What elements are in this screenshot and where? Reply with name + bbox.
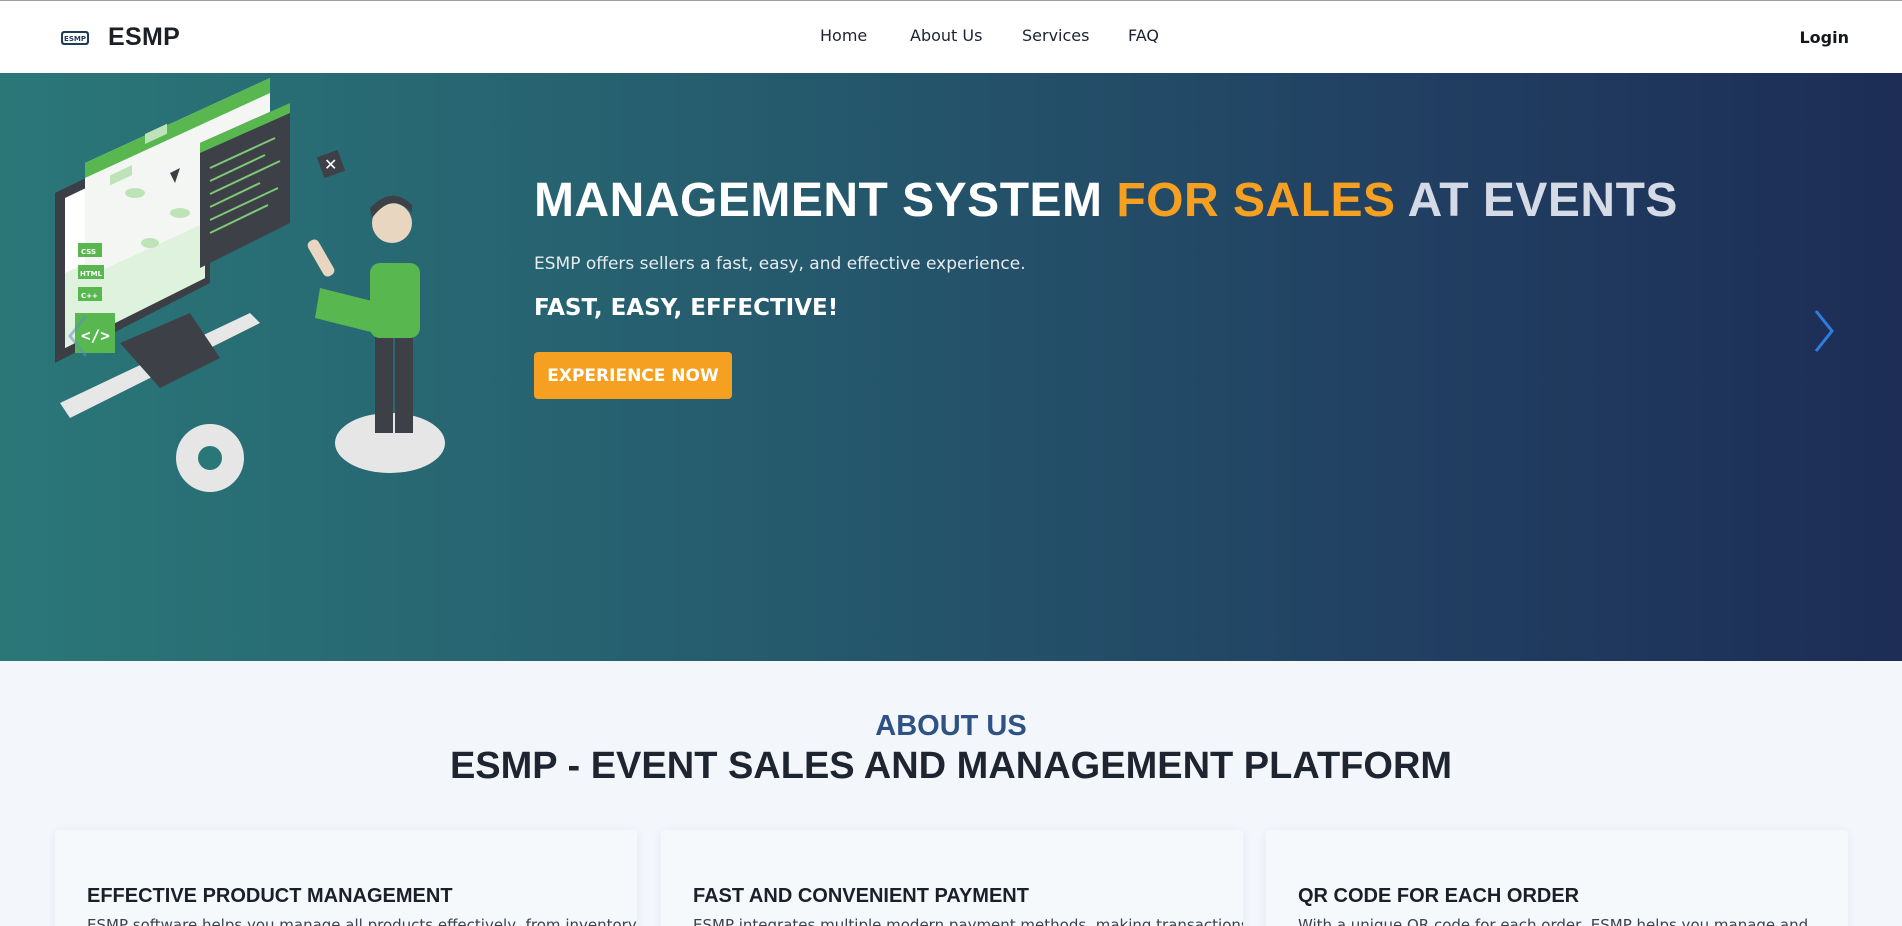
svg-text:✕: ✕ (324, 155, 337, 174)
hero-title: MANAGEMENT SYSTEM FOR SALES AT EVENTS (534, 173, 1678, 228)
svg-text:HTML: HTML (80, 270, 103, 278)
feature-card-text: ESMP software helps you manage all produ… (87, 916, 637, 926)
nav-home[interactable]: Home (820, 26, 867, 45)
hero-subtitle: ESMP offers sellers a fast, easy, and ef… (534, 254, 1026, 274)
hero-title-part1: MANAGEMENT SYSTEM (534, 174, 1103, 227)
hero-carousel: CSS HTML C++ </> ✕ MANAGEMENT SYSTEM FOR… (0, 73, 1902, 661)
nav-about-us[interactable]: About Us (910, 26, 982, 45)
about-eyebrow: ABOUT US (875, 710, 1027, 742)
about-title: ESMP - EVENT SALES AND MANAGEMENT PLATFO… (449, 745, 1453, 787)
feature-card-text: ESMP integrates multiple modern payment … (693, 916, 1243, 926)
svg-text:CSS: CSS (81, 248, 96, 256)
feature-card-text: With a unique QR code for each order, ES… (1298, 916, 1809, 926)
hero-tagline: FAST, EASY, EFFECTIVE! (534, 295, 839, 321)
feature-card-title: FAST AND CONVENIENT PAYMENT (693, 885, 1029, 907)
carousel-prev-icon[interactable] (64, 311, 94, 361)
nav-services[interactable]: Services (1022, 26, 1089, 45)
feature-card: FAST AND CONVENIENT PAYMENT ESMP integra… (661, 830, 1243, 926)
site-header: ESMP ESMP Home About Us Services FAQ Log… (0, 0, 1902, 73)
carousel-next-icon[interactable] (1808, 306, 1838, 356)
hero-title-highlight: FOR SALES (1116, 174, 1396, 227)
experience-now-button[interactable]: EXPERIENCE NOW (534, 352, 732, 399)
svg-text:C++: C++ (81, 292, 98, 300)
login-link[interactable]: Login (1799, 28, 1849, 47)
hero-illustration: CSS HTML C++ </> ✕ (55, 78, 445, 492)
main-nav: Home About Us Services FAQ (0, 26, 1902, 50)
feature-cards: EFFECTIVE PRODUCT MANAGEMENT ESMP softwa… (55, 830, 1848, 926)
nav-faq[interactable]: FAQ (1128, 26, 1159, 45)
feature-card-title: QR CODE FOR EACH ORDER (1298, 885, 1580, 907)
feature-card: QR CODE FOR EACH ORDER With a unique QR … (1266, 830, 1848, 926)
hero-title-part3: AT EVENTS (1407, 174, 1678, 227)
feature-card-title: EFFECTIVE PRODUCT MANAGEMENT (87, 885, 453, 907)
feature-card: EFFECTIVE PRODUCT MANAGEMENT ESMP softwa… (55, 830, 637, 926)
